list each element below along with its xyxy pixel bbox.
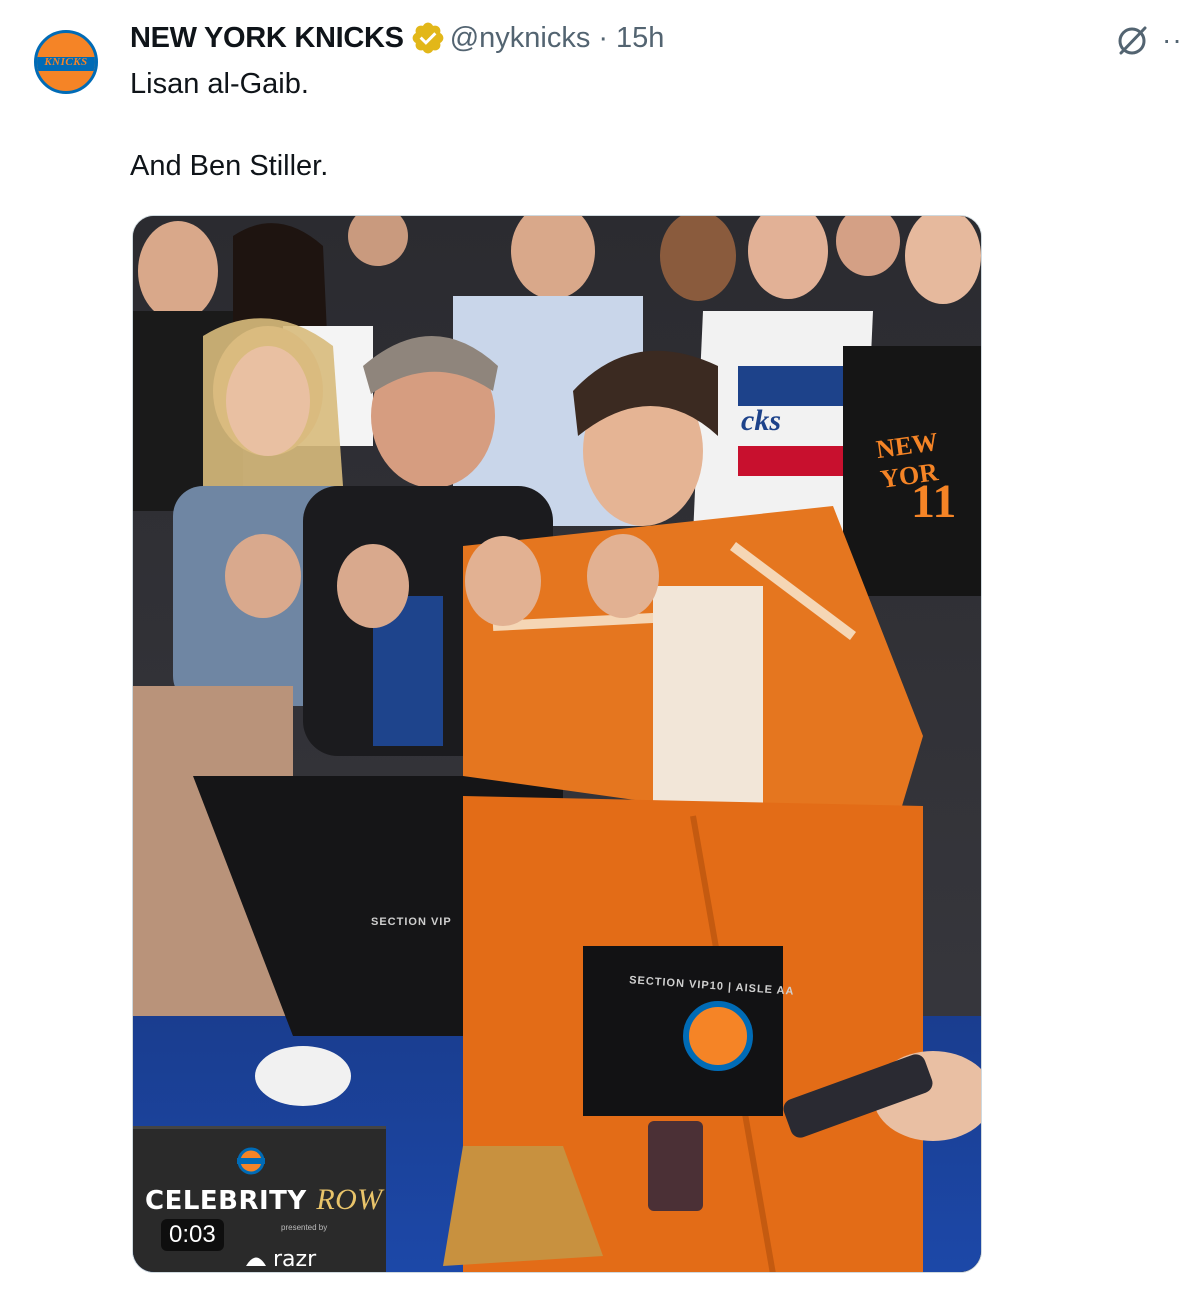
celebrity-row-title-a: CELEBRITY [145, 1186, 307, 1216]
sponsor-name: razr [273, 1247, 317, 1272]
separator-dot: · [598, 21, 609, 54]
sponsor-logo: razr [245, 1247, 316, 1272]
celebrity-row-title-b: ROW [316, 1183, 383, 1216]
razr-icon [246, 1257, 266, 1266]
knicks-ball-icon [237, 1147, 265, 1175]
tweet-time[interactable]: 15h [616, 22, 664, 55]
video-timestamp: 0:03 [161, 1219, 224, 1251]
verified-badge-icon[interactable] [410, 20, 446, 56]
tweet-header: NEW YORK KNICKS @nyknicks · 15h [130, 20, 664, 56]
tweet-video[interactable]: NEW YOR 11 cks SECTION VIP10 | AISLE AA … [132, 215, 982, 1273]
video-frame-image [133, 216, 981, 1272]
jacket-script-text: cks [741, 404, 781, 437]
profile-avatar[interactable]: KNICKS [30, 26, 102, 98]
jersey-number: 11 [911, 475, 957, 528]
tweet-actions-top: ·· [1112, 20, 1183, 60]
author-name[interactable]: NEW YORK KNICKS [130, 22, 404, 55]
tweet-text-line-2: And Ben Stiller. [130, 150, 329, 182]
grok-icon[interactable] [1112, 20, 1152, 60]
tweet-text-line-1: Lisan al-Gaib. [130, 68, 309, 100]
avatar-logo-text: KNICKS [44, 56, 88, 68]
more-options-icon[interactable]: ·· [1162, 26, 1183, 54]
celebrity-row-overlay: CELEBRITY ROW 0:03 presented by razr [133, 1126, 386, 1272]
seat-label-left: SECTION VIP [371, 916, 452, 928]
celebrity-row-title: CELEBRITY ROW [145, 1183, 383, 1217]
knicks-logo-icon: KNICKS [34, 30, 98, 94]
presented-by-label: presented by [281, 1223, 328, 1232]
author-handle[interactable]: @nyknicks [450, 22, 591, 55]
